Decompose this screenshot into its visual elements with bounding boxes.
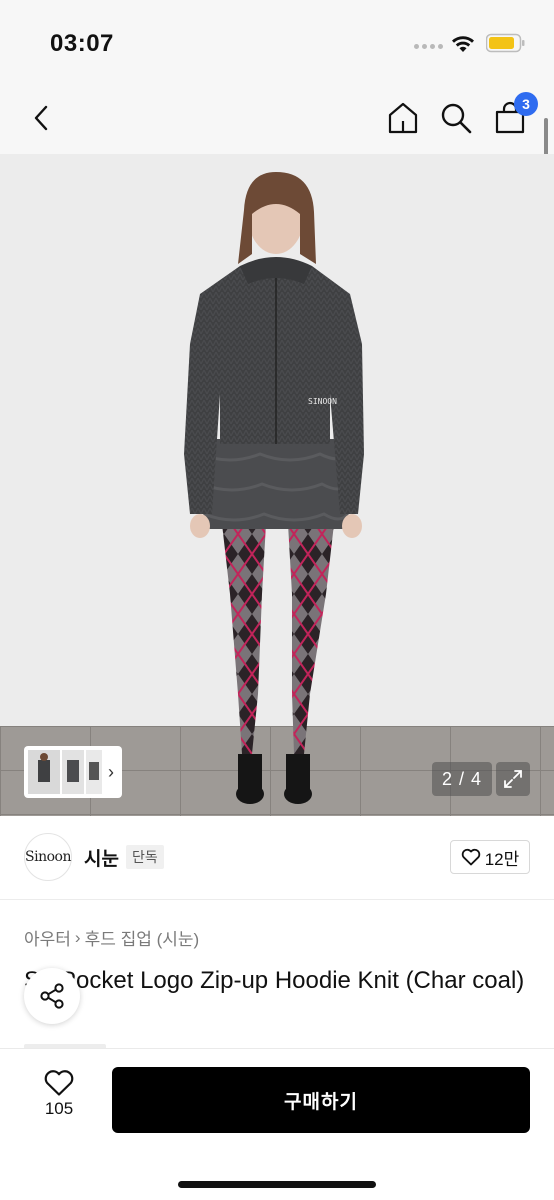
product-title: Sn Pocket Logo Zip-up Hoodie Knit (Char … [24, 967, 525, 994]
search-icon [441, 103, 472, 134]
share-button[interactable] [24, 968, 80, 1024]
thumbnail-2[interactable] [62, 750, 84, 794]
home-indicator[interactable] [178, 1181, 376, 1188]
thumbnail-1[interactable] [28, 750, 60, 794]
back-button[interactable] [20, 96, 64, 140]
breadcrumb-item-category[interactable]: 아우터 [24, 925, 71, 950]
search-button[interactable] [434, 96, 478, 140]
brand-like-count: 12만 [484, 849, 520, 869]
signal-icon [414, 44, 443, 49]
breadcrumb: 아우터 › 후드 집업 (시눈) [24, 925, 199, 950]
breadcrumb-item-subcategory[interactable]: 후드 집업 (시눈) [85, 925, 200, 950]
wishlist-count: 105 [44, 1099, 74, 1118]
gallery-page-indicator: 2 / 4 [432, 762, 492, 796]
chevron-right-icon: › [74, 927, 81, 947]
heart-icon [44, 1070, 74, 1096]
expand-icon [504, 770, 522, 788]
status-bar: 03:07 [0, 0, 554, 86]
status-time: 03:07 [50, 30, 114, 57]
brand-row: Sinoon 시눈 단독 12만 [0, 816, 554, 900]
brand-logo[interactable]: Sinoon [24, 833, 72, 881]
product-image-gallery[interactable]: SINOON › 2 / 4 [0, 154, 554, 816]
cart-button[interactable]: 3 [488, 92, 538, 140]
thumbnail-3[interactable] [86, 750, 102, 794]
fullscreen-button[interactable] [496, 762, 530, 796]
cart-count-badge: 3 [514, 92, 538, 116]
chevron-left-icon [34, 105, 48, 131]
knit-logo-text: SINOON [308, 397, 337, 406]
home-icon [388, 102, 418, 134]
battery-icon [486, 33, 525, 53]
chevron-right-icon: › [108, 761, 114, 782]
brand-like-button[interactable]: 12만 [450, 840, 530, 874]
home-button[interactable] [381, 96, 425, 140]
gallery-thumbnails[interactable]: › [24, 746, 122, 798]
wishlist-button[interactable]: 105 [26, 1069, 92, 1129]
wifi-icon [452, 36, 474, 52]
heart-icon [461, 848, 480, 866]
nav-bar: 3 [0, 86, 554, 154]
buy-button[interactable]: 구매하기 [112, 1067, 530, 1133]
bottom-action-bar: 105 구매하기 [0, 1048, 554, 1200]
product-photo: SINOON [0, 154, 554, 816]
share-icon [40, 983, 64, 1009]
exclusive-badge: 단독 [126, 845, 164, 869]
brand-name[interactable]: 시눈 [84, 844, 119, 871]
